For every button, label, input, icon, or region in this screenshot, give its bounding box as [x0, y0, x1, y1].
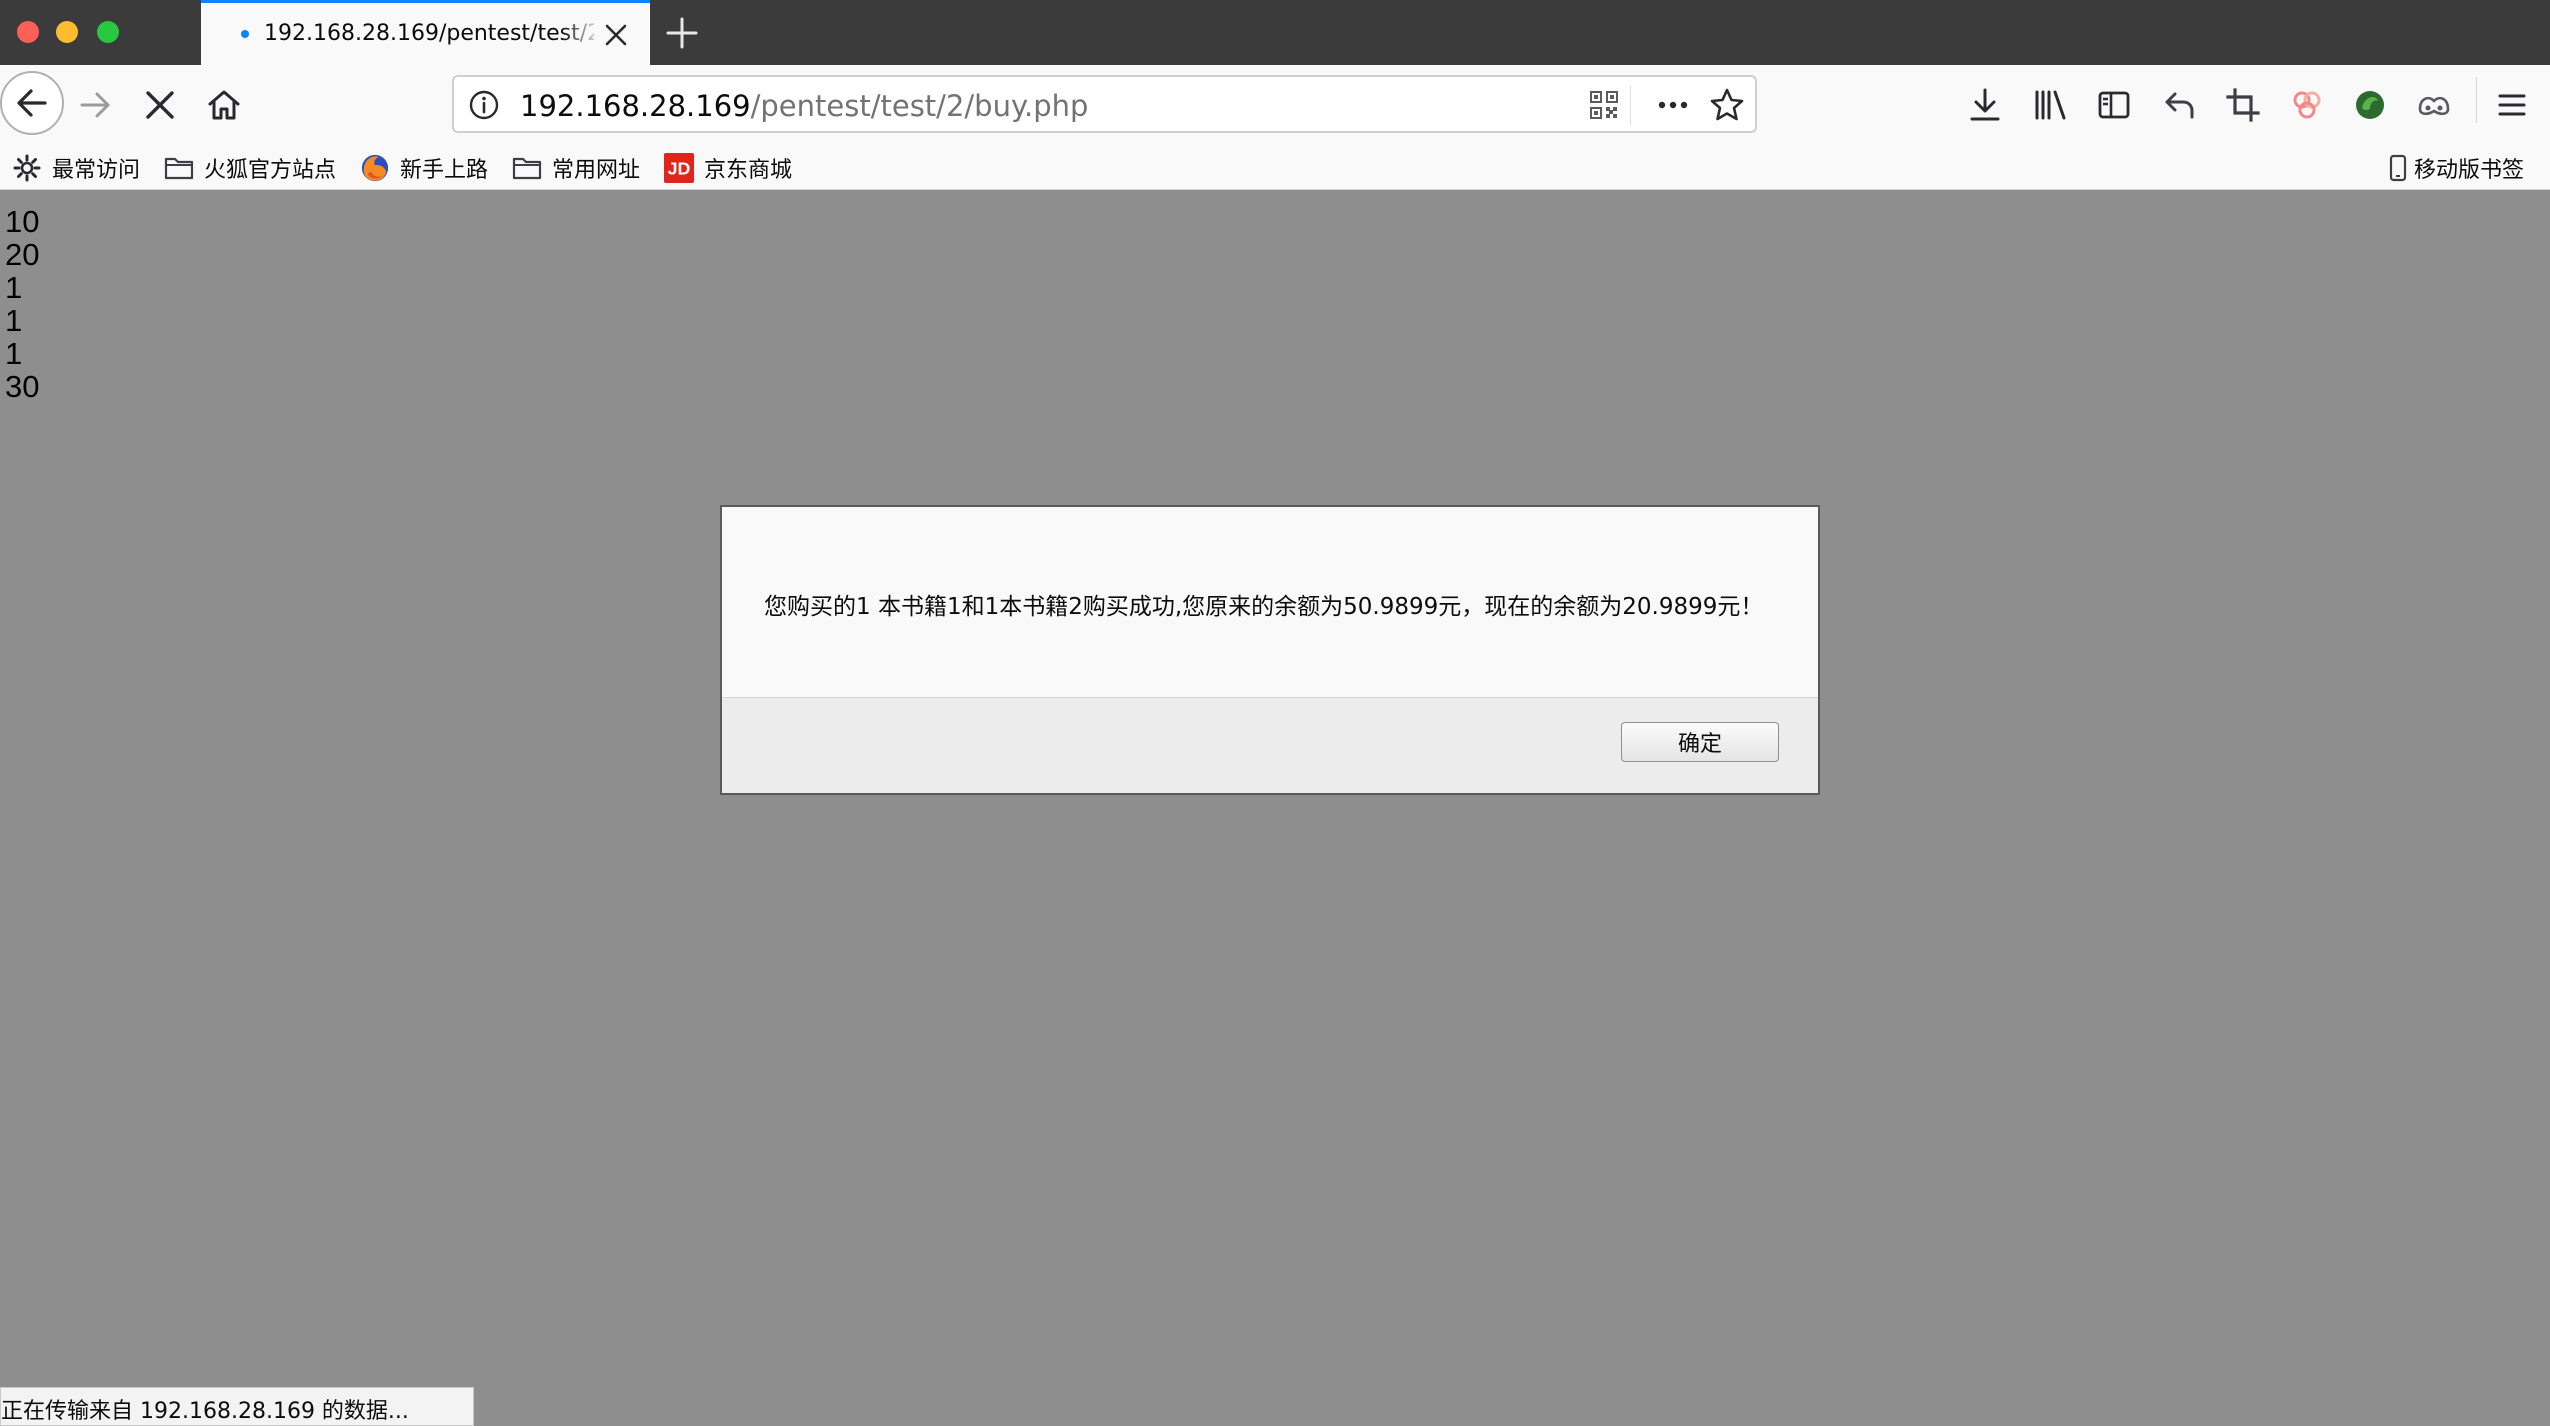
ok-button[interactable]: 确定 — [1621, 722, 1779, 762]
output-line: 20 — [5, 237, 40, 272]
crop-icon[interactable] — [2220, 82, 2266, 128]
page-content: 10 20 1 1 1 30 — [0, 191, 2550, 1426]
url-host: 192.168.28.169 — [520, 89, 751, 123]
bookmark-jd-mall[interactable]: JD 京东商城 — [664, 151, 792, 185]
library-icon[interactable] — [2027, 82, 2073, 128]
output-lines: 10 20 1 1 1 30 — [5, 205, 39, 403]
extension-green-icon[interactable] — [2347, 82, 2393, 128]
loading-indicator-icon — [241, 30, 249, 38]
output-line: 1 — [5, 270, 23, 305]
page-actions-icon[interactable] — [1650, 82, 1696, 128]
alert-dialog: 您购买的1 本书籍1和1本书籍2购买成功,您原来的余额为50.9899元，现在的… — [720, 505, 1820, 795]
firefox-icon — [360, 153, 390, 183]
tab-close-icon[interactable] — [601, 20, 631, 50]
bookmark-label: 常用网址 — [552, 158, 641, 183]
bookmark-star-icon[interactable] — [1704, 82, 1750, 128]
home-button[interactable] — [201, 82, 247, 128]
output-line: 1 — [5, 336, 23, 371]
back-arrow-icon — [17, 89, 47, 117]
title-bar: 192.168.28.169/pentest/test/2/buy.php — [0, 0, 2550, 65]
alert-message: 您购买的1 本书籍1和1本书籍2购买成功,您原来的余额为50.9899元，现在的… — [764, 594, 1764, 620]
bookmark-label: 最常访问 — [52, 158, 141, 183]
bookmark-label: 火狐官方站点 — [204, 158, 337, 183]
forward-button[interactable] — [73, 82, 119, 128]
bookmark-label: 移动版书签 — [2414, 158, 2525, 183]
stop-button[interactable] — [137, 82, 183, 128]
folder-icon — [512, 153, 542, 183]
menu-hamburger-icon[interactable] — [2489, 82, 2535, 128]
output-line: 10 — [5, 204, 40, 239]
new-tab-button[interactable] — [662, 13, 702, 53]
site-info-icon[interactable] — [468, 89, 500, 121]
navigation-bar: 192.168.28.169/pentest/test/2/buy.php — [0, 65, 2550, 145]
url-path: /pentest/test/2/buy.php — [750, 89, 1089, 123]
bookmark-firefox-official[interactable]: 火狐官方站点 — [164, 151, 336, 185]
url-bar[interactable]: 192.168.28.169/pentest/test/2/buy.php — [452, 75, 1757, 133]
back-button[interactable] — [0, 71, 64, 135]
output-line: 1 — [5, 303, 23, 338]
stop-icon — [146, 91, 174, 119]
bookmark-mobile[interactable]: 移动版书签 — [2388, 151, 2524, 185]
close-window-button[interactable] — [17, 21, 39, 43]
mobile-icon — [2388, 153, 2408, 183]
forward-arrow-icon — [80, 92, 110, 118]
downloads-icon[interactable] — [1962, 82, 2008, 128]
bookmark-common-sites[interactable]: 常用网址 — [512, 151, 640, 185]
qr-code-icon[interactable] — [1581, 82, 1627, 128]
bookmark-most-visited[interactable]: 最常访问 — [12, 151, 140, 185]
minimize-window-button[interactable] — [56, 21, 78, 43]
alert-footer: 确定 — [722, 697, 1818, 793]
bookmark-label: 新手上路 — [400, 158, 489, 183]
folder-icon — [164, 153, 194, 183]
bookmarks-toolbar: 最常访问 火狐官方站点 新手上路 常用网址 JD 京东商城 移动版书签 — [0, 145, 2550, 190]
svg-text:JD: JD — [668, 159, 691, 179]
tab-title: 192.168.28.169/pentest/test/2/buy.php — [264, 21, 594, 46]
sidebar-icon[interactable] — [2091, 82, 2137, 128]
zoom-window-button[interactable] — [97, 21, 119, 43]
jd-icon: JD — [664, 153, 694, 183]
home-icon — [208, 90, 240, 120]
extension-link-icon[interactable] — [2284, 82, 2330, 128]
undo-icon[interactable] — [2156, 82, 2202, 128]
tab-active[interactable]: 192.168.28.169/pentest/test/2/buy.php — [201, 0, 650, 65]
extension-mask-icon[interactable] — [2411, 82, 2457, 128]
bookmark-getting-started[interactable]: 新手上路 — [360, 151, 488, 185]
url-text[interactable]: 192.168.28.169/pentest/test/2/buy.php — [520, 89, 1088, 123]
status-panel: 正在传输来自 192.168.28.169 的数据... — [0, 1387, 474, 1426]
bookmark-label: 京东商城 — [704, 158, 793, 183]
output-line: 30 — [5, 369, 40, 404]
gear-icon — [12, 153, 42, 183]
